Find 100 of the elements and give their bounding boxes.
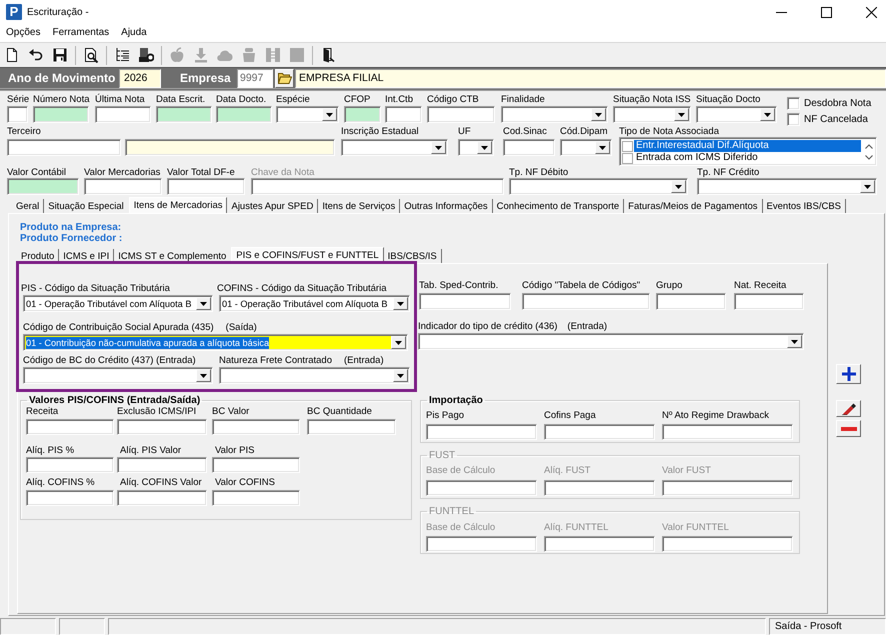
undo-icon[interactable] [28, 47, 44, 63]
field-label: Valor PIS [215, 445, 254, 456]
dropdown-field[interactable]: 01 - Operação Tributável com Alíquota B [219, 295, 410, 312]
input-field[interactable] [26, 490, 114, 506]
tab[interactable]: IBS/CBS/IS [384, 249, 442, 263]
dropdown-field[interactable] [341, 139, 448, 156]
checkbox[interactable] [622, 152, 633, 164]
input-field[interactable] [26, 457, 114, 473]
year-field[interactable]: 2026 [119, 68, 161, 88]
input-field[interactable] [7, 106, 28, 123]
input-field[interactable] [7, 178, 79, 195]
input-field[interactable] [662, 480, 793, 496]
input-field[interactable] [7, 139, 121, 156]
input-field[interactable] [544, 424, 655, 440]
caret-down-icon [864, 184, 871, 188]
tab[interactable]: Faturas/Meios de Pagamentos [624, 199, 763, 213]
input-field[interactable] [95, 106, 151, 123]
menu-item[interactable]: Opções [0, 26, 46, 40]
field-label: (Entrada) [344, 355, 384, 366]
input-field[interactable] [544, 536, 655, 552]
input-field[interactable] [522, 293, 650, 310]
list-box[interactable]: Entr.Interestadual Dif.Alíquota Entrada com ICMS Diferido [619, 137, 877, 166]
tab[interactable]: Produto [17, 249, 60, 263]
company-name-field[interactable]: EMPRESA FILIAL [295, 68, 886, 88]
input-field[interactable] [426, 424, 537, 440]
checkbox[interactable] [787, 96, 800, 110]
field-label: Data Docto. [216, 94, 266, 105]
close-icon[interactable] [866, 6, 877, 18]
status-panel: Saída - Prosoft [769, 618, 886, 635]
save-icon[interactable] [52, 47, 68, 63]
input-field[interactable] [656, 293, 726, 310]
input-field[interactable] [344, 106, 381, 123]
input-field[interactable] [662, 424, 793, 440]
folder-button[interactable] [275, 68, 294, 88]
new-document-icon[interactable] [4, 47, 20, 63]
tab[interactable]: Conhecimento de Transporte [492, 199, 624, 213]
tab[interactable]: Outras Informações [400, 199, 493, 213]
dropdown-field[interactable]: 01 - Operação Tributável com Alíquota B [23, 295, 213, 312]
input-field[interactable] [216, 106, 272, 123]
tree-list-icon[interactable] [114, 47, 130, 63]
input-field[interactable] [167, 178, 245, 195]
input-field[interactable] [662, 536, 793, 552]
field-label: Alíq. COFINS Valor [120, 477, 202, 488]
dropdown-field[interactable] [613, 106, 691, 123]
caret-down-icon [397, 302, 404, 306]
dropdown-field[interactable] [418, 333, 804, 350]
input-field[interactable] [307, 419, 396, 435]
dropdown-field[interactable] [458, 139, 494, 156]
tab[interactable]: Itens de Mercadorias [128, 197, 228, 213]
remove-button[interactable] [836, 420, 861, 437]
dropdown-field[interactable] [219, 367, 410, 384]
dropdown-field[interactable] [509, 178, 688, 195]
input-field[interactable] [26, 419, 114, 435]
menu-item[interactable]: Ferramentas [46, 26, 116, 40]
input-field[interactable] [426, 480, 537, 496]
input-field[interactable] [117, 490, 207, 506]
company-code-field[interactable]: 9997 [237, 68, 273, 88]
scroll-down-icon[interactable] [864, 155, 872, 160]
scroll-up-icon[interactable] [864, 144, 872, 149]
add-button[interactable] [836, 364, 861, 384]
input-field[interactable] [427, 106, 495, 123]
input-field[interactable] [117, 419, 207, 435]
tab[interactable]: Situação Especial [44, 199, 129, 213]
tab[interactable]: Eventos IBS/CBS [762, 199, 846, 213]
pencil-icon [842, 402, 856, 415]
dropdown-field[interactable] [560, 139, 612, 156]
tab[interactable]: ICMS ST e Complemento [114, 249, 232, 263]
checkbox[interactable] [787, 112, 800, 126]
tab[interactable]: Geral [12, 199, 44, 213]
dropdown-field[interactable] [23, 367, 213, 384]
menu-item[interactable]: Ajuda [115, 26, 153, 40]
dropdown-field[interactable] [697, 178, 877, 195]
input-field[interactable] [212, 419, 300, 435]
list-item[interactable]: Entr.Interestadual Dif.Alíquota [634, 140, 861, 152]
machine-icon[interactable] [138, 47, 154, 63]
input-field[interactable] [544, 480, 655, 496]
tab[interactable]: Ajustes Apur SPED [227, 199, 318, 213]
input-field[interactable] [117, 457, 207, 473]
input-field[interactable] [419, 293, 511, 310]
dropdown-field[interactable] [276, 106, 339, 123]
list-item[interactable]: Entrada com ICMS Diferido [634, 152, 861, 164]
input-field[interactable] [734, 293, 804, 310]
input-field[interactable] [33, 106, 89, 123]
print-preview-icon[interactable] [83, 47, 99, 63]
input-field[interactable] [212, 457, 300, 473]
maximize-icon[interactable] [821, 6, 832, 18]
dropdown-field[interactable] [501, 106, 608, 123]
tab[interactable]: ICMS e IPI [59, 249, 114, 263]
input-field[interactable] [156, 106, 212, 123]
field-label: Código de BC do Crédito (437) (Entrada) [23, 355, 196, 366]
dropdown-field[interactable] [696, 106, 777, 123]
tab[interactable]: Itens de Serviços [318, 199, 400, 213]
edit-button[interactable] [836, 400, 861, 417]
input-field[interactable] [212, 490, 300, 506]
input-field[interactable] [84, 178, 162, 195]
checkbox[interactable] [622, 140, 633, 152]
input-field[interactable] [503, 139, 555, 156]
input-field[interactable] [426, 536, 537, 552]
input-field[interactable] [385, 106, 422, 123]
input-field[interactable] [125, 139, 335, 156]
